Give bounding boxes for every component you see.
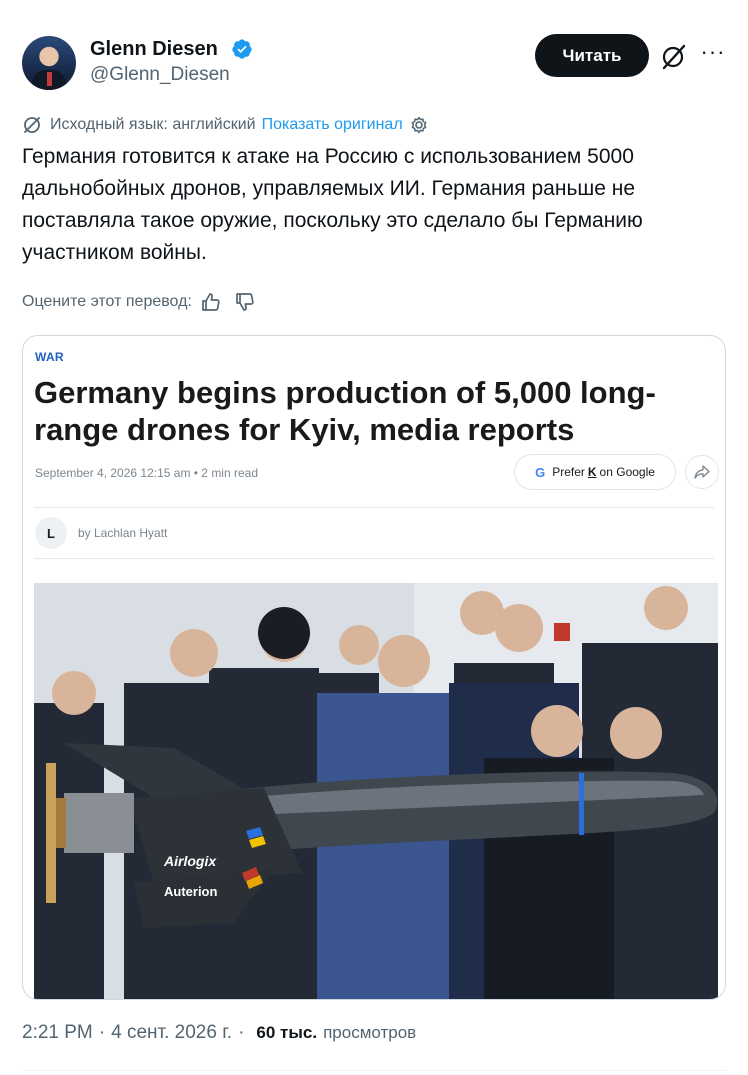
avatar[interactable]: [22, 36, 76, 90]
drone-brand-airlogix: Airlogix: [163, 853, 217, 869]
bottom-divider: [22, 1070, 726, 1071]
card-divider: [34, 558, 714, 559]
article-byline: by Lachlan Hyatt: [78, 526, 168, 540]
card-divider: [34, 507, 714, 508]
show-original-link[interactable]: Показать оригинал: [262, 116, 403, 134]
thumbs-up-icon[interactable]: [200, 291, 222, 313]
translate-icon: [24, 117, 40, 133]
source-language-label: Исходный язык: английский: [50, 116, 256, 133]
article-photo[interactable]: Airlogix Auterion: [34, 583, 718, 999]
tweet-text: Германия готовится к атаке на Россию с и…: [22, 145, 643, 264]
avatar-tie: [47, 72, 52, 86]
tweet-date[interactable]: 4 сент. 2026 г.: [111, 1022, 232, 1044]
prefer-k-logo: K: [587, 465, 597, 479]
translation-note: Исходный язык: английский Показать ориги…: [22, 114, 429, 136]
article-category: WAR: [35, 350, 64, 364]
separator-dot: ·: [98, 1022, 106, 1043]
separator-dot: ·: [238, 1022, 245, 1043]
more-icon[interactable]: ···: [700, 41, 726, 68]
rate-translation-label: Оцените этот перевод:: [22, 293, 192, 310]
prefer-label: Prefer: [552, 465, 585, 479]
tweet-time[interactable]: 2:21 PM: [22, 1022, 93, 1044]
tweet-footer: 2:21 PM · 4 сент. 2026 г. · 60 тыс. прос…: [22, 1022, 416, 1044]
link-card[interactable]: WAR Germany begins production of 5,000 l…: [22, 335, 726, 1000]
grok-icon[interactable]: [659, 42, 689, 72]
drone-brand-auterion: Auterion: [164, 884, 218, 899]
article-headline[interactable]: Germany begins production of 5,000 long-…: [34, 374, 694, 448]
author-initial-avatar: L: [35, 517, 67, 549]
share-icon: [694, 465, 710, 479]
follow-button[interactable]: Читать: [535, 34, 649, 77]
prefer-on-google-label: on Google: [599, 465, 655, 479]
google-icon: G: [535, 464, 546, 480]
prefer-on-google-button[interactable]: G Prefer K on Google: [514, 454, 676, 490]
author-name[interactable]: Glenn Diesen: [90, 37, 218, 61]
thumbs-down-icon[interactable]: [234, 291, 256, 313]
views-count: 60 тыс.: [256, 1023, 318, 1042]
views-label: просмотров: [323, 1023, 417, 1042]
article-meta: September 4, 2026 12:15 am • 2 min read: [35, 466, 259, 480]
rate-translation: Оцените этот перевод:: [22, 290, 256, 314]
drone-exhibit-image: Airlogix Auterion: [34, 583, 718, 999]
author-handle[interactable]: @Glenn_Diesen: [90, 64, 230, 86]
share-button[interactable]: [685, 455, 719, 489]
verified-badge-icon: [232, 39, 252, 59]
gear-icon[interactable]: [409, 115, 429, 135]
